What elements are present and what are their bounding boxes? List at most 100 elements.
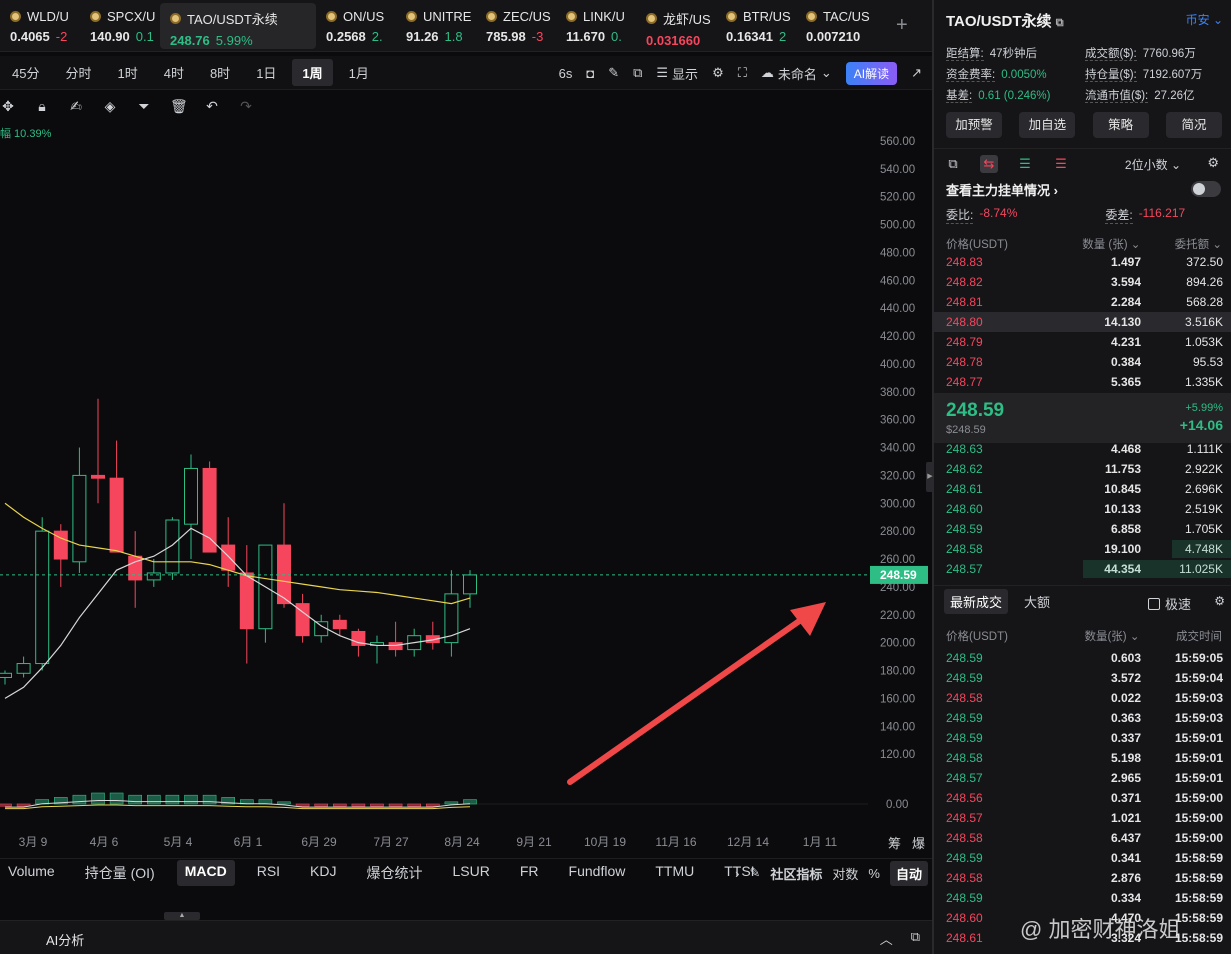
trades-col-qty[interactable]: 数量(张) ⌄ xyxy=(1084,628,1139,644)
indicator-tab[interactable]: MACD xyxy=(176,859,235,886)
indicator-tab[interactable]: KDJ xyxy=(302,860,344,886)
order-row[interactable]: 248.83 1.497 372.50 xyxy=(934,252,1231,272)
ticker-tab[interactable]: BTR/US 0.16341 2 xyxy=(716,3,796,49)
order-row[interactable]: 248.63 4.468 1.111K xyxy=(934,439,1231,459)
ticker-tab[interactable]: UNITRE 91.26 1.8 xyxy=(396,3,476,49)
timeframe-tab[interactable]: 1时 xyxy=(107,59,147,86)
ticker-tab[interactable]: LINK/U 11.670 0. xyxy=(556,3,636,49)
order-row[interactable]: 248.80 14.130 3.516K xyxy=(934,312,1231,332)
order-row[interactable]: 248.81 2.284 568.28 xyxy=(934,292,1231,312)
panel-button[interactable]: 加自选 xyxy=(1019,112,1076,138)
indicator-tab[interactable]: Volume xyxy=(0,860,63,886)
log-scale-toggle[interactable]: 对数 xyxy=(832,864,858,883)
action-buttons: 加预警 加自选 策略 简况 xyxy=(946,112,1222,138)
fullscreen-icon[interactable]: ⛶ xyxy=(738,65,747,81)
fast-toggle[interactable]: 极速 xyxy=(1147,594,1191,613)
indicator-tab[interactable]: FR xyxy=(512,860,547,886)
share-icon[interactable]: ↗ xyxy=(911,65,922,81)
exchange-selector[interactable]: 币安 ⌄ xyxy=(1186,11,1223,28)
timeframe-tab[interactable]: 4时 xyxy=(154,59,194,86)
candlestick-chart[interactable]: 120.00140.00160.00180.00200.00220.00240.… xyxy=(0,122,932,852)
indicator-list: Volume 持仓量 (OI) MACD RSI KDJ 爆仓统计 LSUR FR Fundfl… xyxy=(0,859,777,886)
magnet-icon[interactable]: ◈ xyxy=(102,98,118,115)
order-row[interactable]: 248.60 10.133 2.519K xyxy=(934,499,1231,519)
order-row[interactable]: 248.62 11.753 2.922K xyxy=(934,459,1231,479)
order-row[interactable]: 248.78 0.384 95.53 xyxy=(934,352,1231,372)
order-row[interactable]: 248.82 3.594 894.26 xyxy=(934,272,1231,292)
timeframe-tab[interactable]: 8时 xyxy=(200,59,240,86)
trash-icon[interactable]: 🗑︎ xyxy=(170,98,188,115)
order-row[interactable]: 248.77 5.365 1.335K xyxy=(934,372,1231,392)
ticker-tab[interactable]: TAO/USDT永续 248.76 5.99% xyxy=(160,3,316,49)
percent-scale-toggle[interactable]: % xyxy=(868,866,880,881)
timeframe-tab[interactable]: 分时 xyxy=(55,59,101,86)
candle-body xyxy=(221,544,236,571)
timeframe-tab[interactable]: 1日 xyxy=(246,59,286,86)
undo-icon[interactable]: ↶ xyxy=(204,98,220,115)
timeframe-tab[interactable]: 1周 xyxy=(292,59,333,86)
book-bids-icon[interactable]: ☰ xyxy=(1016,155,1034,173)
chevron-up-icon[interactable]: ︿ xyxy=(880,929,893,948)
pen-icon[interactable]: ✎ xyxy=(608,65,619,81)
book-both-icon[interactable]: ⇆ xyxy=(980,154,998,173)
filter-icon[interactable]: ⏷ xyxy=(136,98,152,115)
order-row[interactable]: 248.59 6.858 1.705K xyxy=(934,519,1231,539)
order-total: 95.53 xyxy=(1192,355,1223,369)
settings-icon[interactable]: ⚙ xyxy=(712,65,724,81)
col-total[interactable]: 委托额 ⌄ xyxy=(1175,236,1222,252)
expand-icon[interactable]: ⧉ xyxy=(633,65,642,81)
indicator-tab[interactable]: 持仓量 (OI) xyxy=(77,860,163,886)
popout-icon[interactable]: ⧉ xyxy=(911,929,920,948)
ticker-tab[interactable]: ZEC/US 785.98 -3 xyxy=(476,3,556,49)
tab-latest-trades[interactable]: 最新成交 xyxy=(944,589,1009,614)
community-indicators-button[interactable]: 社区指标 xyxy=(770,864,822,883)
edit-icon[interactable]: ✎ xyxy=(749,865,760,881)
order-row[interactable]: 248.79 4.231 1.053K xyxy=(934,332,1231,352)
ticker-tab[interactable]: 龙虾/US 0.031660 xyxy=(636,3,716,49)
copy-icon[interactable]: ⧉ xyxy=(1056,17,1064,29)
trades-settings-icon[interactable]: ⚙ xyxy=(1214,594,1225,608)
ticker-tab[interactable]: SPCX/U 140.90 0.1 xyxy=(80,3,160,49)
panel-button[interactable]: 策略 xyxy=(1092,112,1149,138)
panel-button[interactable]: 加预警 xyxy=(946,112,1002,138)
ticker-tab[interactable]: WLD/U 0.4065 -2 xyxy=(0,3,80,49)
panel-button[interactable]: 简况 xyxy=(1165,112,1222,138)
order-row[interactable]: 248.57 44.354 11.025K xyxy=(934,559,1231,579)
col-qty[interactable]: 数量 (张) ⌄ xyxy=(1082,236,1140,252)
indicator-tab[interactable]: Fundflow xyxy=(561,860,634,886)
layout-selector[interactable]: ☁ 未命名 ⌄ xyxy=(761,64,832,83)
indicator-tab[interactable]: RSI xyxy=(249,860,288,886)
display-button[interactable]: ☰ 显示 xyxy=(656,64,698,83)
order-row[interactable]: 248.61 10.845 2.696K xyxy=(934,479,1231,499)
order-row[interactable]: 248.58 19.100 4.748K xyxy=(934,539,1231,559)
divider-handle[interactable]: ▶ xyxy=(926,462,934,492)
ai-analysis-label[interactable]: AI分析 xyxy=(46,930,84,949)
timeframe-tab[interactable]: 45分 xyxy=(2,59,49,86)
add-ticker-icon[interactable]: + xyxy=(896,14,908,37)
redo-icon[interactable]: ↷ xyxy=(238,98,254,115)
indicator-tab[interactable]: LSUR xyxy=(445,860,498,886)
main-orders-link[interactable]: 查看主力挂单情况 › xyxy=(946,180,1058,199)
indicator-tab[interactable]: TTMU xyxy=(647,860,702,886)
more-indicators-icon[interactable]: › xyxy=(735,866,739,881)
x-tick-label: 1月 11 xyxy=(803,835,838,849)
auto-scale-toggle[interactable]: 自动 xyxy=(889,860,928,886)
note-icon[interactable]: ✍ xyxy=(68,98,84,115)
decimals-selector[interactable]: 2位小数 ⌄ xyxy=(1125,156,1181,173)
order-price: 248.83 xyxy=(946,255,983,269)
ai-interpret-button[interactable]: AI解读 xyxy=(845,61,898,85)
popout-book-icon[interactable]: ⧉ xyxy=(944,155,962,173)
collapse-handle[interactable]: ▲ xyxy=(164,912,200,920)
camera-icon[interactable]: ◘ xyxy=(586,66,594,81)
interval-selector[interactable]: 6s xyxy=(559,66,573,81)
timeframe-tab[interactable]: 1月 xyxy=(339,59,379,86)
book-settings-icon[interactable]: ⚙ xyxy=(1207,155,1219,171)
ticker-tab[interactable]: TAC/US 0.007210 xyxy=(796,3,876,49)
cursor-icon[interactable]: ✥ xyxy=(0,98,16,115)
ticker-tab[interactable]: ON/US 0.2568 2. xyxy=(316,3,396,49)
tab-large-trades[interactable]: 大额 xyxy=(1018,589,1056,614)
book-asks-icon[interactable]: ☰ xyxy=(1052,155,1070,173)
indicator-tab[interactable]: 爆仓统计 xyxy=(359,860,431,886)
lock-icon[interactable]: 🔒︎ xyxy=(34,98,50,115)
main-orders-toggle[interactable] xyxy=(1191,181,1221,197)
